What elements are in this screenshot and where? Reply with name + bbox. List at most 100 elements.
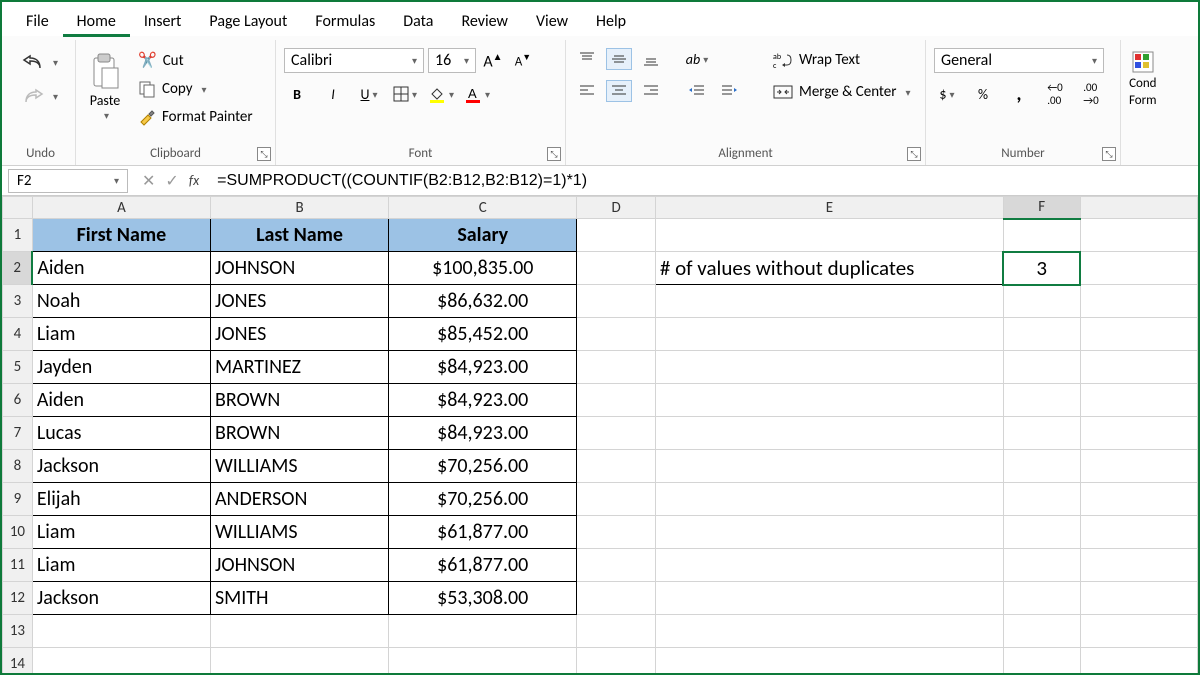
cell-C12[interactable]: $53,308.00 [389,582,577,615]
cell-extra-14[interactable] [1080,648,1198,674]
cancel-formula-icon[interactable]: ✕ [142,171,155,191]
redo-button[interactable] [16,84,64,108]
alignment-dialog-launcher[interactable]: ⤡ [907,147,921,161]
cell-extra-13[interactable] [1080,615,1198,648]
cut-button[interactable]: ✂️ Cut [132,48,259,73]
cell-E10[interactable] [655,516,1003,549]
cell-F13[interactable] [1003,615,1080,648]
cell-B5[interactable]: MARTINEZ [210,351,388,384]
cell-E4[interactable] [655,318,1003,351]
cell-C10[interactable]: $61,877.00 [389,516,577,549]
cell-A8[interactable]: Jackson [32,450,210,483]
cell-F12[interactable] [1003,582,1080,615]
cell-E1[interactable] [655,219,1003,252]
formula-input[interactable] [209,168,1198,194]
cell-F5[interactable] [1003,351,1080,384]
row-header-9[interactable]: 9 [3,483,33,516]
conditional-formatting-icon[interactable] [1131,50,1155,74]
row-header-13[interactable]: 13 [3,615,33,648]
cell-A5[interactable]: Jayden [32,351,210,384]
row-header-8[interactable]: 8 [3,450,33,483]
cell-E8[interactable] [655,450,1003,483]
cell-extra-10[interactable] [1080,516,1198,549]
cell-F3[interactable] [1003,285,1080,318]
undo-button[interactable] [16,50,64,74]
cell-B7[interactable]: BROWN [210,417,388,450]
column-header-E[interactable]: E [655,197,1003,219]
cell-E7[interactable] [655,417,1003,450]
row-header-1[interactable]: 1 [3,219,33,252]
accounting-format-button[interactable]: $ [934,83,960,105]
cell-B11[interactable]: JOHNSON [210,549,388,582]
enter-formula-icon[interactable]: ✓ [165,171,178,191]
cell-C5[interactable]: $84,923.00 [389,351,577,384]
cell-D3[interactable] [577,285,656,318]
cell-E9[interactable] [655,483,1003,516]
cell-B4[interactable]: JONES [210,318,388,351]
cell-C8[interactable]: $70,256.00 [389,450,577,483]
cell-D4[interactable] [577,318,656,351]
borders-button[interactable] [392,83,418,105]
increase-decimal-button[interactable]: ←0.00 [1042,83,1068,105]
row-header-10[interactable]: 10 [3,516,33,549]
cell-E11[interactable] [655,549,1003,582]
wrap-text-button[interactable]: abc Wrap Text [767,48,917,72]
cell-F8[interactable] [1003,450,1080,483]
column-header-F[interactable]: F [1003,197,1080,219]
cell-extra-3[interactable] [1080,285,1198,318]
cell-F6[interactable] [1003,384,1080,417]
cell-A14[interactable] [32,648,210,674]
bold-button[interactable]: B [284,83,310,105]
cell-F7[interactable] [1003,417,1080,450]
decrease-decimal-button[interactable]: .00→0 [1078,83,1104,105]
cell-A9[interactable]: Elijah [32,483,210,516]
cell-extra-11[interactable] [1080,549,1198,582]
align-left-button[interactable] [574,80,600,102]
cell-D6[interactable] [577,384,656,417]
align-bottom-button[interactable] [638,48,664,70]
cell-C4[interactable]: $85,452.00 [389,318,577,351]
cell-extra-4[interactable] [1080,318,1198,351]
cell-extra-9[interactable] [1080,483,1198,516]
font-color-button[interactable]: A [464,83,490,105]
row-header-5[interactable]: 5 [3,351,33,384]
cell-E5[interactable] [655,351,1003,384]
menu-review[interactable]: Review [447,6,522,37]
cell-F11[interactable] [1003,549,1080,582]
cell-C7[interactable]: $84,923.00 [389,417,577,450]
cell-F14[interactable] [1003,648,1080,674]
cell-C6[interactable]: $84,923.00 [389,384,577,417]
decrease-font-button[interactable]: A▼ [510,50,536,72]
font-size-select[interactable]: 16▾ [428,48,476,73]
cell-D1[interactable] [577,219,656,252]
align-center-button[interactable] [606,80,632,102]
cell-A10[interactable]: Liam [32,516,210,549]
row-header-14[interactable]: 14 [3,648,33,674]
cell-F4[interactable] [1003,318,1080,351]
align-right-button[interactable] [638,80,664,102]
column-header-B[interactable]: B [210,197,388,219]
cell-A7[interactable]: Lucas [32,417,210,450]
column-header-C[interactable]: C [389,197,577,219]
cell-B8[interactable]: WILLIAMS [210,450,388,483]
cell-C3[interactable]: $86,632.00 [389,285,577,318]
underline-button[interactable]: U [356,83,382,105]
cell-extra-5[interactable] [1080,351,1198,384]
cell-extra-1[interactable] [1080,219,1198,252]
cell-extra-8[interactable] [1080,450,1198,483]
clipboard-dialog-launcher[interactable]: ⤡ [257,147,271,161]
cell-D7[interactable] [577,417,656,450]
row-header-6[interactable]: 6 [3,384,33,417]
worksheet[interactable]: ABCDEF1First NameLast NameSalary2AidenJO… [2,196,1198,673]
menu-help[interactable]: Help [582,6,640,37]
font-dialog-launcher[interactable]: ⤡ [547,147,561,161]
cell-A13[interactable] [32,615,210,648]
cell-D10[interactable] [577,516,656,549]
cell-extra-12[interactable] [1080,582,1198,615]
column-header-extra[interactable] [1080,197,1198,219]
cell-E14[interactable] [655,648,1003,674]
cell-B6[interactable]: BROWN [210,384,388,417]
italic-button[interactable]: I [320,83,346,105]
row-header-11[interactable]: 11 [3,549,33,582]
cell-extra-7[interactable] [1080,417,1198,450]
